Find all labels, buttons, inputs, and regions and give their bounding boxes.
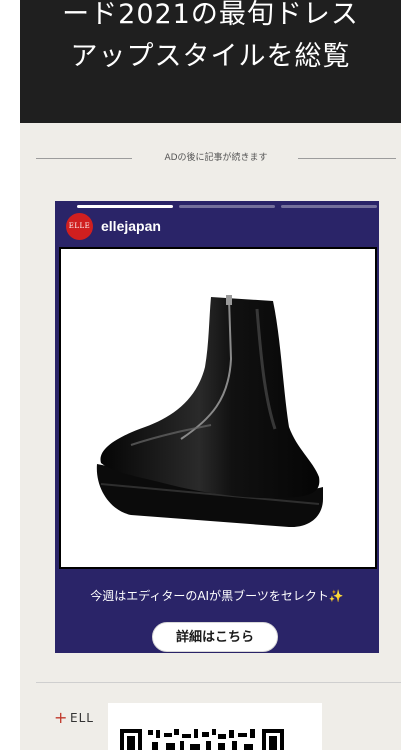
story-progress-segment [77,205,173,208]
article-title-line-1: ード2021の最旬ドレス [62,0,359,30]
elle-footer-label: ELL [70,711,94,725]
story-caption-text: 今週はエディターのAIが黒ブーツをセレクト [90,589,329,603]
account-name[interactable]: ellejapan [101,217,161,235]
details-button[interactable]: 詳細はこちら [152,622,278,652]
avatar[interactable]: ELLE [66,213,93,240]
plus-icon: + [54,708,68,727]
story-caption: 今週はエディターのAIが黒ブーツをセレクト✨ [55,587,379,605]
story-progress-segment [179,205,275,208]
article-hero: ード2021の最旬ドレス アップスタイルを総覧 [20,0,401,123]
ad-notice-text: ADの後に記事が続きます [164,153,268,163]
divider-line [298,158,396,159]
sparkle-icon: ✨ [328,589,344,603]
product-image[interactable] [59,247,377,569]
instagram-story-ad[interactable]: ELLE ellejapan 今週はエディターのAIが黒ブーツをセレクト✨ 詳細… [55,201,379,653]
divider-line [36,158,132,159]
section-divider [36,682,401,683]
ad-notice: ADの後に記事が続きます [36,150,396,166]
story-progress [77,205,377,209]
article-page: ード2021の最旬ドレス アップスタイルを総覧 ADの後に記事が続きます ELL… [20,0,401,750]
black-boot-image [96,295,323,528]
qr-code-image [120,729,284,750]
story-progress-segment [281,205,377,208]
article-title-line-2: アップスタイルを総覧 [70,41,351,72]
qr-code [108,703,322,750]
